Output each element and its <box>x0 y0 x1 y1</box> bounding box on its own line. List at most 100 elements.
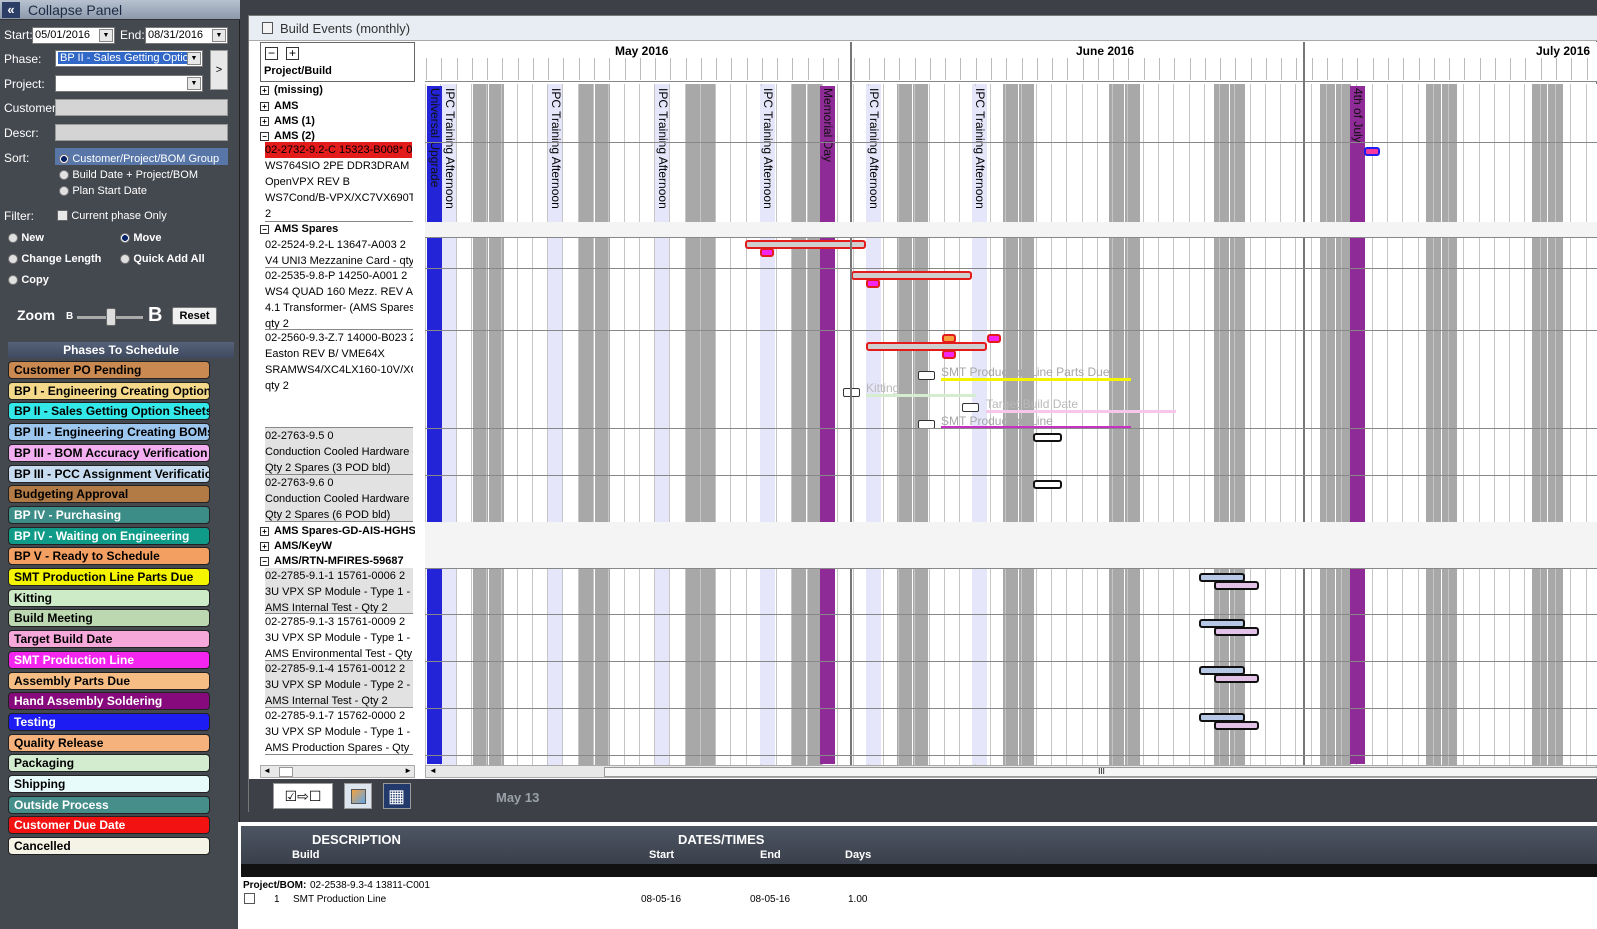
phase-bar[interactable] <box>942 334 956 343</box>
phase-bar[interactable] <box>1033 433 1062 442</box>
phase-bar[interactable] <box>942 350 956 359</box>
end-date-field[interactable]: 08/31/2016 ▼ <box>145 27 228 44</box>
checkbox-icon[interactable] <box>57 210 68 222</box>
phase-item[interactable]: Hand Assembly Soldering <box>8 692 210 711</box>
color-view-button[interactable] <box>344 783 372 809</box>
build-cell[interactable]: 02-2524-9.2-L 13647-A003 2 V4 UNI3 Mezzan… <box>265 237 413 268</box>
tree-group-row[interactable]: + (missing) <box>260 84 415 98</box>
phase-item[interactable]: BP IV - Waiting on Engineering <box>8 526 210 545</box>
phase-item[interactable]: Customer Due Date <box>8 816 210 835</box>
chevron-down-icon[interactable]: ▼ <box>187 52 201 65</box>
phase-bar[interactable] <box>1214 674 1259 683</box>
tree-hscrollbar[interactable]: ◄ ► <box>260 765 415 778</box>
phase-item[interactable]: Quality Release <box>8 733 210 752</box>
expand-icon[interactable]: + <box>260 116 269 126</box>
gantt-hscrollbar[interactable]: ◄ III <box>425 765 1597 778</box>
scroll-thumb[interactable]: III <box>604 767 1597 777</box>
expand-icon[interactable]: + <box>260 85 269 95</box>
phase-item[interactable]: Assembly Parts Due <box>8 671 210 690</box>
phase-bar[interactable] <box>1364 147 1380 156</box>
next-phase-button[interactable]: > <box>210 50 228 90</box>
phase-bar[interactable] <box>866 342 987 351</box>
phase-bar[interactable] <box>1214 627 1259 636</box>
collapse-icon[interactable]: − <box>260 224 269 234</box>
expand-icon[interactable]: + <box>260 541 269 551</box>
radio-icon[interactable] <box>59 169 69 180</box>
phase-item[interactable]: Testing <box>8 712 210 731</box>
build-cell[interactable]: 02-2763-9.6 0 Conduction Cooled Hardware … <box>265 475 413 522</box>
build-cell[interactable]: 02-2732-9.2-C 15323-B008* 0 WS764SIO 2PE … <box>265 142 413 222</box>
tree-group-row[interactable]: + AMS <box>260 100 415 114</box>
scroll-thumb[interactable] <box>279 767 293 777</box>
phase-bar[interactable] <box>866 279 880 288</box>
expand-icon[interactable]: + <box>260 526 269 536</box>
phase-bar[interactable] <box>1214 721 1259 730</box>
scroll-left-icon[interactable]: ◄ <box>429 766 437 775</box>
phase-item[interactable]: BP V - Ready to Schedule <box>8 547 210 566</box>
phase-item[interactable]: BP III - BOM Accuracy Verification <box>8 443 210 462</box>
phase-item[interactable]: SMT Production Line Parts Due <box>8 568 210 586</box>
collapse-icon[interactable]: − <box>260 131 269 141</box>
phase-bar[interactable] <box>1214 581 1259 590</box>
collapse-icon[interactable]: − <box>260 556 269 566</box>
phase-bar[interactable] <box>987 334 1001 343</box>
collapse-all-icon[interactable]: − <box>265 47 278 60</box>
phase-item[interactable]: Cancelled <box>8 837 210 856</box>
zoom-slider-thumb[interactable] <box>106 308 116 326</box>
mode-move[interactable]: Move <box>120 230 161 244</box>
build-cell[interactable]: 02-2560-9.3-Z.7 14000-B023 2 Easton REV B… <box>265 330 413 428</box>
build-cell[interactable]: 02-2763-9.5 0 Conduction Cooled Hardware … <box>265 428 413 475</box>
scroll-right-icon[interactable]: ► <box>404 766 412 775</box>
phase-item[interactable]: BP III - Engineering Creating BOMs <box>8 423 210 442</box>
mode-change-length[interactable]: Change Length <box>8 251 101 265</box>
grid-view-button[interactable]: ▦ <box>383 783 411 809</box>
sort-option-1[interactable]: Customer/Project/BOM Group <box>59 151 219 165</box>
row-checkbox[interactable] <box>244 893 255 904</box>
move-selection-button[interactable]: ☑⇨☐ <box>273 783 333 809</box>
expand-icon[interactable]: + <box>260 101 269 111</box>
project-select[interactable]: ▼ <box>55 75 203 92</box>
phase-item[interactable]: Kitting <box>8 588 210 607</box>
radio-icon[interactable] <box>59 185 69 196</box>
build-cell[interactable]: 02-2785-9.1-1 15761-0006 2 3U VPX SP Modu… <box>265 568 413 614</box>
build-cell[interactable]: 02-2785-9.1-7 15762-0000 2 3U VPX SP Modu… <box>265 708 413 755</box>
phase-item[interactable]: BP II - Sales Getting Option Sheets <box>8 402 210 421</box>
reset-button[interactable]: Reset <box>172 307 217 325</box>
phase-item[interactable]: BP III - PCC Assignment Verification <box>8 464 210 483</box>
expand-all-icon[interactable]: + <box>286 47 299 60</box>
chevron-down-icon[interactable]: ▼ <box>212 29 226 42</box>
tree-group-row[interactable]: + AMS Spares-GD-AIS-HGHS-27 <box>260 525 415 539</box>
build-cell[interactable]: 02-2785-9.1-3 15761-0009 2 3U VPX SP Modu… <box>265 614 413 661</box>
phase-item[interactable]: Shipping <box>8 775 210 793</box>
radio-icon[interactable] <box>8 253 18 264</box>
scroll-left-icon[interactable]: ◄ <box>263 766 271 775</box>
phase-bar[interactable] <box>1033 480 1062 489</box>
radio-icon[interactable] <box>8 232 18 243</box>
phase-bar[interactable] <box>760 248 774 257</box>
sort-option-2[interactable]: Build Date + Project/BOM <box>59 167 198 181</box>
radio-selected-icon[interactable] <box>59 153 69 164</box>
collapse-panel-label[interactable]: Collapse Panel <box>28 2 122 18</box>
milestone-handle[interactable] <box>918 371 935 380</box>
double-chevron-left-icon[interactable]: « <box>2 2 20 18</box>
tree-group-row[interactable]: − AMS/RTN-MFIRES-59687 <box>260 555 415 569</box>
mode-new[interactable]: New <box>8 230 44 244</box>
chevron-down-icon[interactable]: ▼ <box>187 77 201 90</box>
chevron-down-icon[interactable]: ▼ <box>99 29 113 42</box>
phase-item[interactable]: Budgeting Approval <box>8 485 210 504</box>
radio-selected-icon[interactable] <box>120 232 130 243</box>
tree-group-row[interactable]: + AMS (1) <box>260 115 415 129</box>
radio-icon[interactable] <box>8 274 18 285</box>
phase-item[interactable]: BP IV - Purchasing <box>8 505 210 524</box>
filter-current-phase[interactable]: Current phase Only <box>57 208 167 222</box>
customer-field[interactable] <box>55 99 228 116</box>
phase-item[interactable]: Outside Process <box>8 795 210 814</box>
mode-copy[interactable]: Copy <box>8 272 49 286</box>
milestone-handle[interactable] <box>962 403 979 412</box>
sort-option-3[interactable]: Plan Start Date <box>59 183 147 197</box>
build-cell[interactable]: 02-2535-9.8-P 14250-A001 2 WS4 QUAD 160 M… <box>265 268 413 330</box>
radio-icon[interactable] <box>120 253 130 264</box>
phase-item[interactable]: Packaging <box>8 754 210 773</box>
tree-group-row[interactable]: − AMS Spares <box>260 223 415 237</box>
descr-field[interactable] <box>55 124 228 141</box>
